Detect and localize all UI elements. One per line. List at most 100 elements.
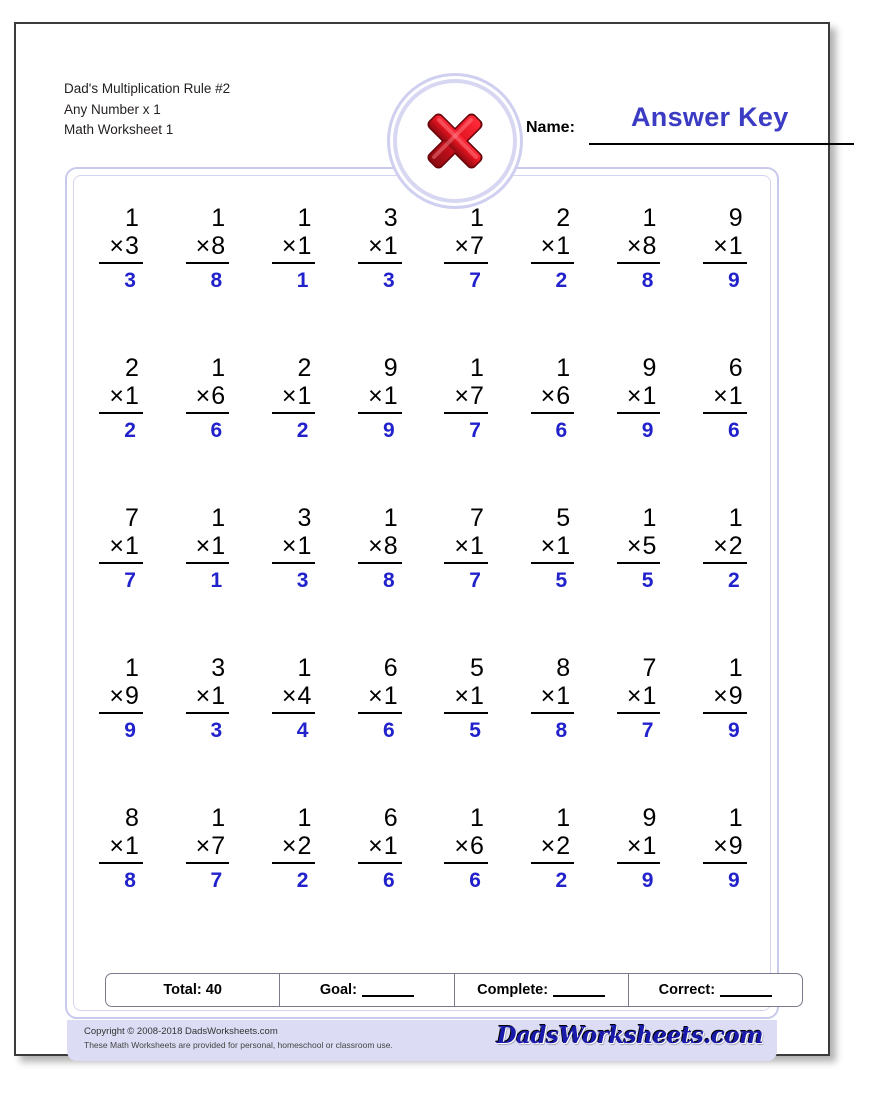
problem-cell: 8 ×1 8 (78, 794, 164, 944)
multiplier-row: ×1 (530, 232, 575, 264)
answer-value: 8 (124, 869, 136, 892)
problem-cell: 3 ×1 3 (251, 494, 337, 644)
score-total: Total: 40 (106, 974, 281, 1006)
score-correct-blank[interactable] (720, 983, 773, 997)
name-input-line[interactable] (589, 143, 854, 145)
answer-value: 5 (469, 719, 481, 742)
multiplicand: 1 (728, 504, 743, 532)
problem-cell: 1 ×4 4 (251, 644, 337, 794)
problem-stack: 1 ×6 6 (185, 354, 230, 444)
multiplicand: 6 (728, 354, 743, 382)
problem-cell: 5 ×1 5 (423, 644, 509, 794)
multiplier-row: ×1 (703, 232, 747, 264)
multiply-sign-icon: × (281, 832, 297, 860)
multiply-sign-icon: × (540, 232, 556, 260)
problem-stack: 1 ×2 2 (271, 804, 316, 894)
answer-value: 1 (210, 569, 223, 592)
multiplier: 1 (297, 532, 312, 560)
problem-cell: 1 ×2 2 (251, 794, 337, 944)
problem-stack: 1 ×7 7 (444, 204, 488, 294)
multiplicand: 9 (642, 804, 657, 832)
problem-stack: 6 ×1 6 (358, 804, 402, 894)
multiply-sign-icon: × (368, 532, 383, 560)
multiply-sign-icon: × (626, 532, 642, 560)
multiplier-row: ×6 (185, 382, 230, 414)
score-correct[interactable]: Correct: (629, 974, 802, 1006)
multiplicand: 7 (124, 504, 139, 532)
multiplier-row: ×2 (703, 532, 747, 564)
answer-value: 8 (382, 569, 395, 592)
multiplicand: 1 (211, 504, 226, 532)
problem-cell: 1 ×7 7 (164, 794, 250, 944)
problem-stack: 9 ×1 9 (358, 354, 402, 444)
multiply-sign-icon: × (626, 382, 642, 410)
problem-stack: 9 ×1 9 (616, 354, 661, 444)
problem-stack: 1 ×2 2 (530, 804, 575, 894)
score-complete-blank[interactable] (553, 983, 606, 997)
multiplier-row: ×1 (616, 382, 661, 414)
multiplicand: 9 (728, 204, 743, 232)
multiplier: 5 (642, 532, 657, 560)
answer-value: 9 (727, 719, 740, 742)
multiplier-row: ×6 (444, 832, 488, 864)
multiplier: 1 (556, 232, 571, 260)
multiplicand: 1 (728, 804, 743, 832)
problem-stack: 6 ×1 6 (358, 654, 402, 744)
answer-value: 7 (210, 869, 223, 892)
problem-cell: 6 ×1 6 (682, 344, 768, 494)
multiplier: 1 (297, 382, 312, 410)
multiplier-row: ×8 (358, 532, 402, 564)
answer-key-label: Answer Key (631, 102, 789, 132)
score-goal-blank[interactable] (361, 983, 414, 997)
problem-cell: 2 ×1 2 (251, 344, 337, 494)
answer-value: 8 (641, 269, 654, 292)
score-complete[interactable]: Complete: (455, 974, 629, 1006)
problem-cell: 7 ×1 7 (596, 644, 682, 794)
score-goal[interactable]: Goal: (280, 974, 455, 1006)
problem-stack: 2 ×1 2 (271, 354, 316, 444)
multiplier-row: ×1 (444, 532, 488, 564)
problem-cell: 6 ×1 6 (337, 794, 423, 944)
footer-band: Copyright © 2008-2018 DadsWorksheets.com… (67, 1020, 777, 1061)
problem-cell: 1 ×9 9 (682, 644, 768, 794)
multiply-sign-icon: × (626, 682, 642, 710)
multiplicand: 9 (642, 354, 657, 382)
answer-value: 4 (296, 719, 309, 742)
multiplicand: 1 (469, 804, 484, 832)
multiply-sign-icon: × (540, 832, 556, 860)
problem-stack: 1 ×1 1 (185, 504, 230, 594)
answer-value: 3 (382, 269, 395, 292)
multiplicand: 6 (383, 654, 398, 682)
multiplier: 1 (556, 682, 571, 710)
brand-logo: DadsWorksheets.com (496, 1022, 764, 1049)
multiplier: 2 (556, 832, 571, 860)
multiplier-row: ×8 (185, 232, 230, 264)
multiplier: 7 (469, 232, 484, 260)
multiply-sign-icon: × (368, 832, 383, 860)
problem-stack: 7 ×1 7 (444, 504, 488, 594)
problem-stack: 1 ×8 8 (616, 204, 661, 294)
multiply-sign-icon: × (454, 682, 469, 710)
multiplier: 8 (642, 232, 657, 260)
problem-stack: 5 ×1 5 (444, 654, 488, 744)
multiplicand: 3 (297, 504, 312, 532)
multiplicand: 8 (556, 654, 571, 682)
answer-value: 2 (296, 419, 309, 442)
answer-value: 5 (641, 569, 654, 592)
multiplier-row: ×1 (616, 682, 661, 714)
multiplier: 1 (728, 382, 743, 410)
multiplicand: 3 (383, 204, 398, 232)
multiplicand: 1 (642, 204, 657, 232)
badge-inner (400, 86, 510, 196)
multiplier: 1 (728, 232, 743, 260)
answer-value: 2 (296, 869, 309, 892)
problem-stack: 5 ×1 5 (530, 504, 575, 594)
multiplier: 9 (124, 682, 139, 710)
multiplier: 7 (469, 382, 484, 410)
multiplier-row: ×1 (444, 682, 488, 714)
multiplier-row: ×1 (530, 682, 575, 714)
multiplier-row: ×3 (99, 232, 143, 264)
red-x-icon (427, 113, 483, 169)
multiplicand: 5 (556, 504, 571, 532)
multiplier-row: ×8 (616, 232, 661, 264)
